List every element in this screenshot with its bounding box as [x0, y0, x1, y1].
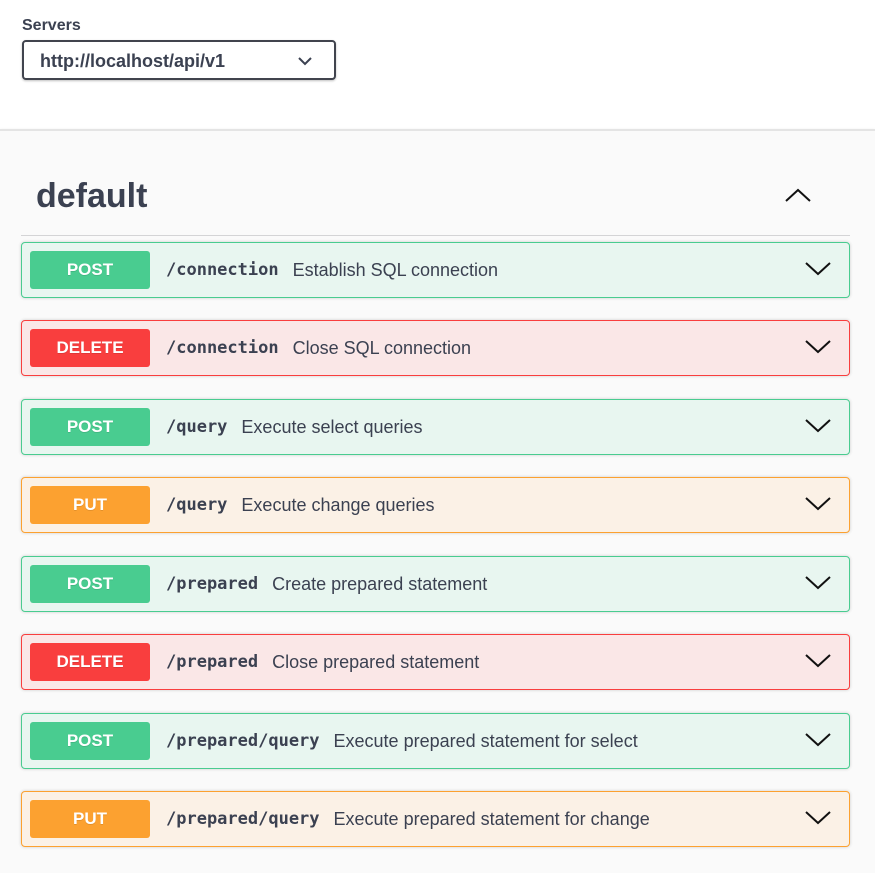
- operation-summary: Execute select queries: [241, 416, 423, 437]
- chevron-down-icon[interactable]: [805, 653, 831, 669]
- method-badge: DELETE: [30, 329, 150, 367]
- operation-summary-row: /query Execute select queries: [166, 400, 423, 454]
- operation-post-0[interactable]: POST/connection Establish SQL connection: [21, 242, 850, 298]
- chevron-down-icon[interactable]: [805, 339, 831, 355]
- operation-summary-row: /connection Close SQL connection: [166, 321, 471, 375]
- operation-summary: Execute prepared statement for change: [333, 808, 650, 829]
- operation-summary-row: /prepared Close prepared statement: [166, 635, 479, 689]
- chevron-down-icon[interactable]: [805, 261, 831, 277]
- servers-label: Servers: [22, 17, 81, 34]
- tag-title: default: [36, 177, 148, 215]
- operation-delete-1[interactable]: DELETE/connection Close SQL connection: [21, 320, 850, 376]
- operation-summary: Execute change queries: [241, 494, 435, 515]
- method-badge: PUT: [30, 800, 150, 838]
- chevron-down-icon[interactable]: [805, 496, 831, 512]
- operations-section: default POST/connection Establish SQL con…: [0, 131, 875, 873]
- method-badge: POST: [30, 408, 150, 446]
- operation-put-3[interactable]: PUT/query Execute change queries: [21, 477, 850, 533]
- operation-summary: Execute prepared statement for select: [333, 730, 638, 751]
- operation-summary-row: /prepared Create prepared statement: [166, 557, 487, 611]
- operation-post-2[interactable]: POST/query Execute select queries: [21, 399, 850, 455]
- operation-summary-row: /query Execute change queries: [166, 478, 435, 532]
- method-badge: POST: [30, 251, 150, 289]
- operation-summary: Close SQL connection: [292, 337, 472, 358]
- operation-summary-row: /prepared/query Execute prepared statemen…: [166, 714, 638, 768]
- method-badge: PUT: [30, 486, 150, 524]
- server-select[interactable]: http://localhost/api/v1: [22, 40, 336, 80]
- operation-summary: Create prepared statement: [272, 573, 488, 594]
- operation-path: /connection: [166, 338, 279, 358]
- operation-post-4[interactable]: POST/prepared Create prepared statement: [21, 556, 850, 612]
- method-badge: DELETE: [30, 643, 150, 681]
- tag-header[interactable]: default: [21, 171, 850, 236]
- method-badge: POST: [30, 722, 150, 760]
- chevron-down-icon[interactable]: [805, 810, 831, 826]
- operation-path: /query: [166, 495, 228, 515]
- chevron-down-icon[interactable]: [805, 575, 831, 591]
- operation-path: /query: [166, 417, 228, 437]
- chevron-down-icon: [298, 57, 312, 66]
- chevron-up-icon[interactable]: [784, 187, 812, 203]
- chevron-down-icon[interactable]: [805, 418, 831, 434]
- operation-summary-row: /prepared/query Execute prepared statemen…: [166, 792, 650, 846]
- operation-summary-row: /connection Establish SQL connection: [166, 243, 498, 297]
- chevron-down-icon[interactable]: [805, 732, 831, 748]
- operation-path: /prepared: [166, 574, 259, 594]
- operation-delete-5[interactable]: DELETE/prepared Close prepared statement: [21, 634, 850, 690]
- operation-path: /prepared/query: [166, 809, 320, 829]
- operation-summary: Close prepared statement: [272, 651, 480, 672]
- method-badge: POST: [30, 565, 150, 603]
- operation-path: /prepared/query: [166, 731, 320, 751]
- operation-path: /prepared: [166, 652, 259, 672]
- server-select-value: http://localhost/api/v1: [40, 51, 226, 71]
- servers-section: Servers http://localhost/api/v1: [0, 0, 875, 129]
- operation-path: /connection: [166, 260, 279, 280]
- operation-put-7[interactable]: PUT/prepared/query Execute prepared state…: [21, 791, 850, 847]
- operation-post-6[interactable]: POST/prepared/query Execute prepared stat…: [21, 713, 850, 769]
- operation-summary: Establish SQL connection: [292, 259, 499, 280]
